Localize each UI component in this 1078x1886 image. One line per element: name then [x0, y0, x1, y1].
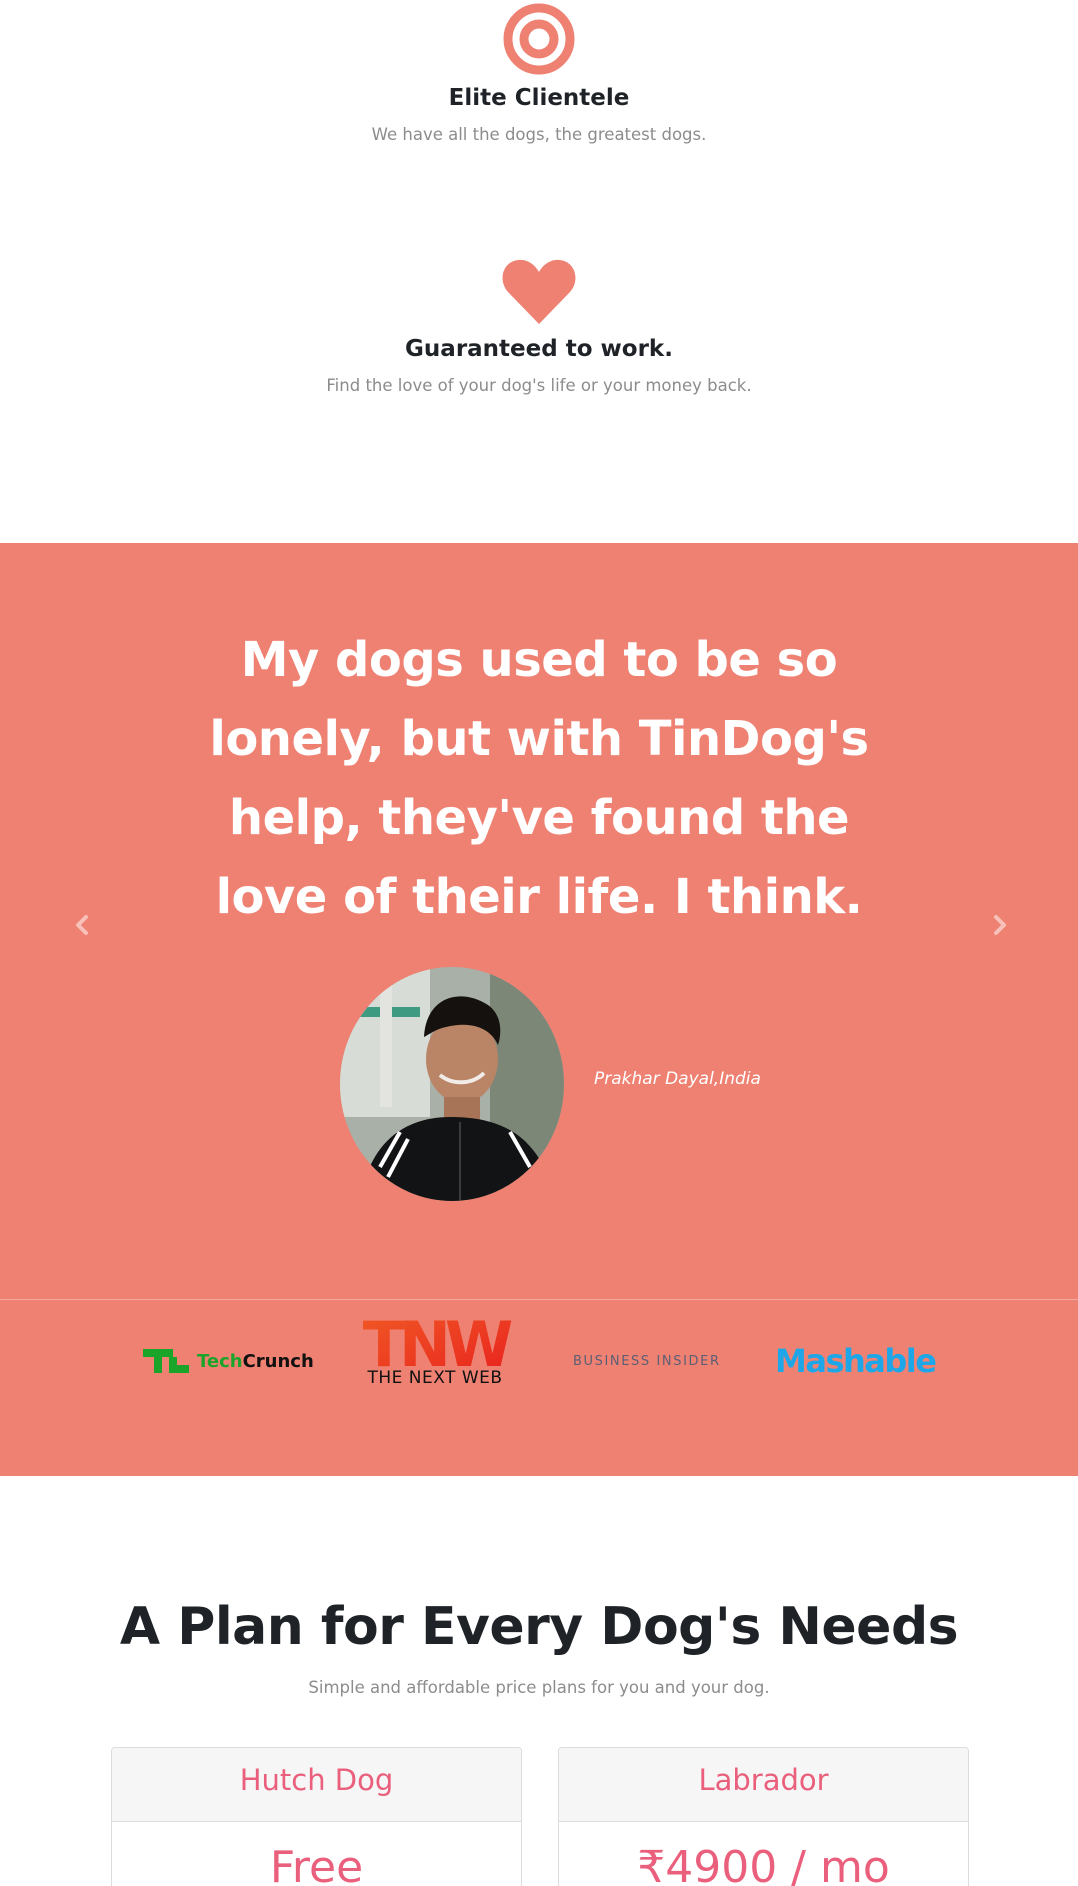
- carousel-next-button[interactable]: [980, 905, 1020, 945]
- author-avatar: [340, 967, 564, 1201]
- author-photo: [340, 967, 564, 1201]
- bullseye-icon: [503, 3, 575, 75]
- plan-price: Free: [269, 1842, 364, 1886]
- testimonial-quote: My dogs used to be so lonely, but with T…: [209, 632, 869, 925]
- testimonial-author: Prakhar Dayal,India: [594, 1069, 761, 1089]
- chevron-right-icon: [994, 915, 1006, 935]
- feature-guaranteed: Guaranteed to work. Find the love of you…: [0, 256, 1078, 395]
- tnw-mark-text: TNW: [363, 1316, 512, 1372]
- business-insider-text: BUSINESS INSIDER: [573, 1353, 721, 1369]
- feature-title: Guaranteed to work.: [405, 336, 673, 362]
- plan-card-hutch-dog: Hutch Dog Free: [111, 1747, 522, 1886]
- plan-card-labrador: Labrador ₹4900 / mo: [558, 1747, 969, 1886]
- press-section: Tech Crunch TNW THE NEXT WEB BUSINESS INS…: [0, 1300, 1078, 1476]
- plan-name: Hutch Dog: [112, 1748, 521, 1822]
- heart-icon: [502, 259, 576, 324]
- feature-text: We have all the dogs, the greatest dogs.: [371, 125, 707, 144]
- feature-elite-clientele: Elite Clientele We have all the dogs, th…: [0, 3, 1078, 144]
- plan-name: Labrador: [559, 1748, 968, 1822]
- carousel-prev-button[interactable]: [62, 905, 102, 945]
- pricing-title: A Plan for Every Dog's Needs: [119, 1597, 959, 1657]
- chevron-left-icon: [76, 915, 88, 935]
- feature-title: Elite Clientele: [448, 85, 630, 111]
- plan-price: ₹4900 / mo: [637, 1842, 890, 1886]
- feature-text: Find the love of your dog's life or your…: [326, 376, 752, 395]
- business-insider-logo: BUSINESS INSIDER: [573, 1340, 721, 1382]
- mashable-text: Mashable: [775, 1342, 937, 1380]
- testimonial-section: My dogs used to be so lonely, but with T…: [0, 543, 1078, 1300]
- techcrunch-logo: Tech Crunch: [143, 1340, 314, 1382]
- mashable-logo: Mashable: [775, 1336, 937, 1386]
- techcrunch-tech-text: Tech: [197, 1350, 243, 1372]
- pricing-subtitle: Simple and affordable price plans for yo…: [308, 1678, 770, 1697]
- tnw-mark: TNW: [363, 1316, 516, 1372]
- techcrunch-crunch-text: Crunch: [242, 1350, 314, 1372]
- tnw-caption: THE NEXT WEB: [367, 1368, 503, 1388]
- tnw-logo: TNW THE NEXT WEB: [354, 1316, 516, 1396]
- techcrunch-mark-icon: [143, 1349, 189, 1373]
